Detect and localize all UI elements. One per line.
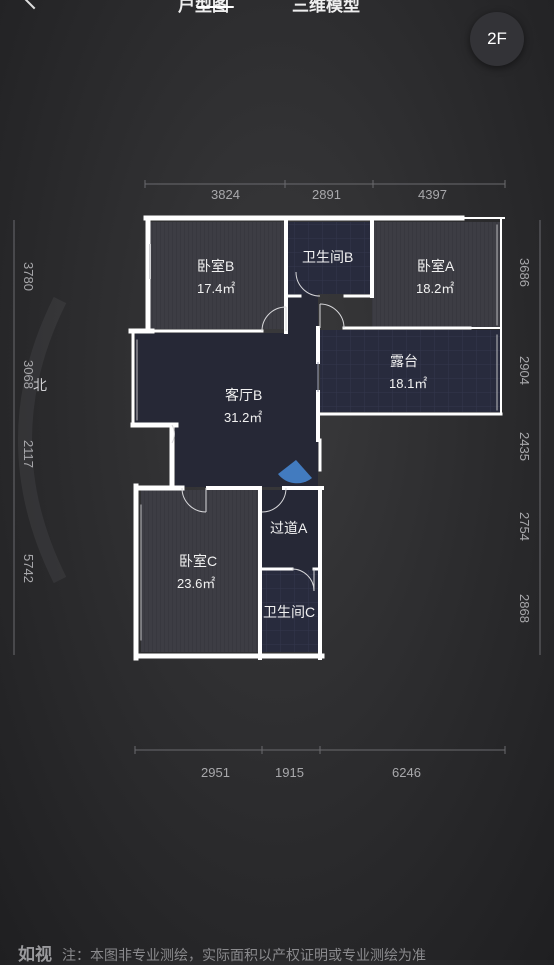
- room-area-bedroom-c: 23.6㎡: [177, 576, 215, 591]
- dim-top-1: 3824: [211, 187, 240, 202]
- dim-left-1: 3780: [21, 262, 36, 291]
- dim-right-4: 2754: [517, 512, 532, 541]
- room-area-living-b: 31.2㎡: [224, 410, 262, 425]
- dim-right-5: 2868: [517, 594, 532, 623]
- dim-top-2: 2891: [312, 187, 341, 202]
- room-name-bedroom-c: 卧室C: [179, 553, 217, 569]
- room-name-bath-c: 卫生间C: [263, 604, 315, 620]
- dim-left-2: 3068: [21, 360, 36, 389]
- footer-disclaimer: 如视 注：本图非专业测绘，实际面积以产权证明或专业测绘为准: [18, 940, 426, 965]
- room-name-hallway-a: 过道A: [270, 520, 308, 536]
- dim-right-2: 2904: [517, 356, 532, 385]
- room-name-living-b: 客厅B: [225, 387, 262, 403]
- dim-left-3: 2117: [21, 440, 36, 468]
- brand-logo: 如视: [18, 945, 52, 964]
- room-name-terrace: 露台: [390, 353, 418, 369]
- room-name-bedroom-b: 卧室B: [197, 258, 234, 274]
- dim-bottom-1: 2951: [201, 765, 230, 780]
- dim-bottom-2: 1915: [275, 765, 304, 780]
- floor-plan: 北 3824 2891 4397 2951 1915 6246 3780 306…: [13, 180, 541, 780]
- room-area-bedroom-a: 18.2㎡: [416, 281, 454, 296]
- dim-right-3: 2435: [517, 432, 532, 461]
- dim-bottom-3: 6246: [392, 765, 421, 780]
- room-area-bedroom-b: 17.4㎡: [197, 281, 235, 296]
- room-area-terrace: 18.1㎡: [389, 376, 427, 391]
- room-name-bath-b: 卫生间B: [302, 249, 353, 265]
- dim-right-1: 3686: [517, 258, 532, 287]
- room-name-bedroom-a: 卧室A: [417, 258, 455, 274]
- dim-left-4: 5742: [21, 554, 36, 583]
- dim-top-3: 4397: [418, 187, 447, 202]
- disclaimer-text: 注：本图非专业测绘，实际面积以产权证明或专业测绘为准: [62, 947, 426, 963]
